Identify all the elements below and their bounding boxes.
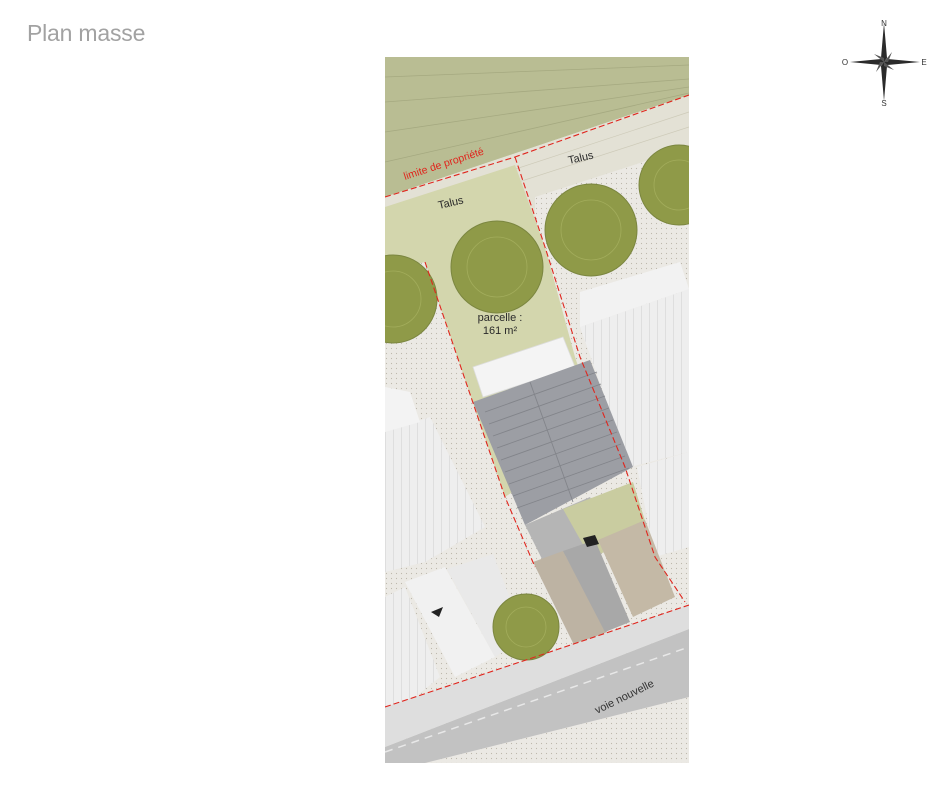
compass-north-label: N	[881, 19, 887, 28]
compass-south-label: S	[881, 99, 886, 108]
site-plan-drawing: limite de propriété Talus Talus parcelle…	[385, 57, 689, 763]
compass-west-label: O	[842, 58, 848, 67]
tree-right-1	[544, 183, 638, 277]
compass-star-icon	[850, 23, 920, 101]
parcel-label-line2: 161 m²	[483, 325, 518, 337]
site-plan: limite de propriété Talus Talus parcelle…	[385, 57, 689, 763]
compass-rose: N S E O	[840, 18, 930, 108]
tree-bottom	[492, 593, 560, 661]
parcel-label-line1: parcelle :	[478, 312, 523, 324]
page-title: Plan masse	[27, 20, 146, 46]
tree-parcel	[450, 220, 544, 314]
compass-east-label: E	[921, 58, 926, 67]
